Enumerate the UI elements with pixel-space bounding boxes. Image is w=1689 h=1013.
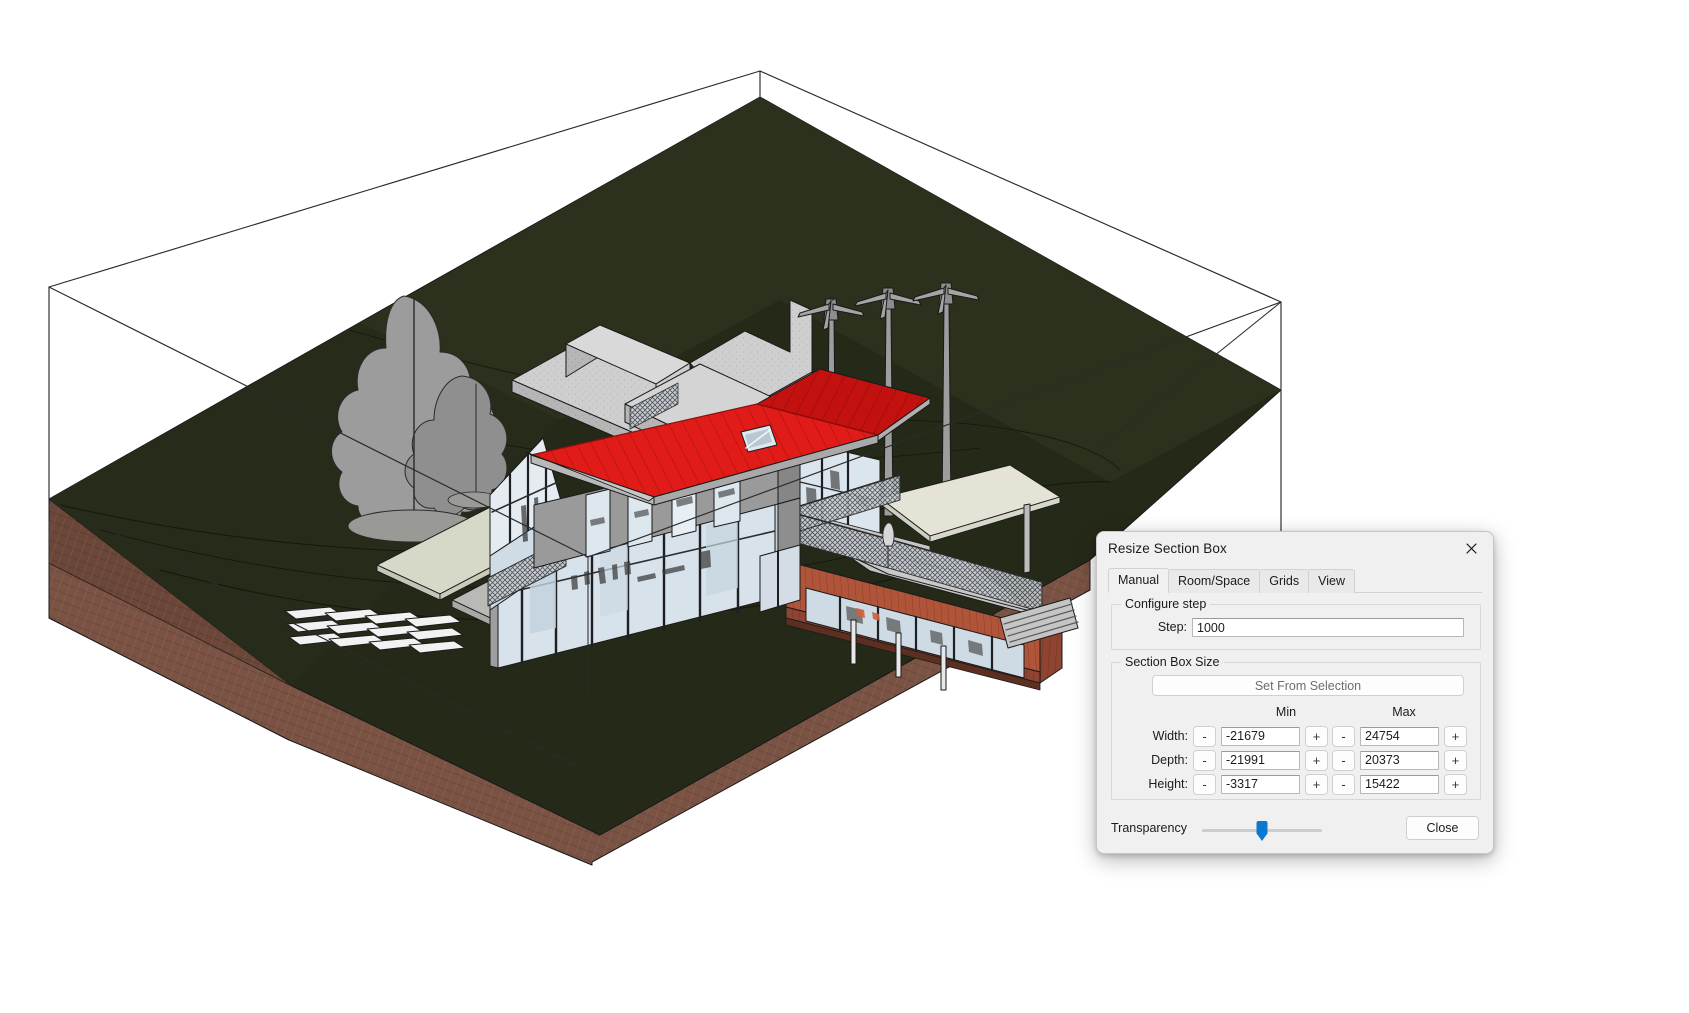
section-box-size-group: Section Box Size Set From Selection Min … xyxy=(1111,655,1481,800)
width-label: Width: xyxy=(1152,729,1188,743)
tab-view[interactable]: View xyxy=(1308,569,1356,593)
set-from-selection-button[interactable]: Set From Selection xyxy=(1152,675,1464,696)
height-max-input[interactable] xyxy=(1360,774,1439,794)
width-max-input[interactable] xyxy=(1360,726,1439,746)
close-icon[interactable] xyxy=(1449,532,1493,565)
depth-row: Depth: - + - + xyxy=(1112,749,1480,771)
depth-min-increment-button[interactable]: + xyxy=(1305,749,1328,771)
width-max-decrement-button[interactable]: - xyxy=(1332,725,1355,747)
tab-room-space[interactable]: Room/Space xyxy=(1168,569,1261,593)
width-max-increment-button[interactable]: + xyxy=(1444,725,1467,747)
configure-step-group: Configure step Step: xyxy=(1111,597,1481,650)
slider-thumb[interactable] xyxy=(1256,821,1268,841)
depth-max-increment-button[interactable]: + xyxy=(1444,749,1467,771)
dialog-title: Resize Section Box xyxy=(1108,541,1227,556)
height-max-decrement-button[interactable]: - xyxy=(1332,773,1355,795)
dialog-titlebar[interactable]: Resize Section Box xyxy=(1097,532,1493,566)
model-viewport[interactable] xyxy=(0,0,1689,1013)
height-min-increment-button[interactable]: + xyxy=(1305,773,1328,795)
depth-max-input[interactable] xyxy=(1360,750,1439,770)
3d-scene[interactable] xyxy=(0,0,1689,1013)
resize-section-box-dialog[interactable]: Resize Section Box Manual Room/Space Gri… xyxy=(1096,531,1494,854)
depth-min-input[interactable] xyxy=(1221,750,1300,770)
screen: Resize Section Box Manual Room/Space Gri… xyxy=(0,0,1689,1013)
height-min-decrement-button[interactable]: - xyxy=(1193,773,1216,795)
slider-fill xyxy=(1202,829,1262,832)
step-label: Step: xyxy=(1157,620,1187,634)
height-max-increment-button[interactable]: + xyxy=(1444,773,1467,795)
column-header-min: Min xyxy=(1275,705,1297,719)
width-min-decrement-button[interactable]: - xyxy=(1193,725,1216,747)
height-label: Height: xyxy=(1148,777,1188,791)
configure-step-legend: Configure step xyxy=(1121,597,1211,611)
width-row: Width: - + - + xyxy=(1112,725,1480,747)
dialog-tabs[interactable]: Manual Room/Space Grids View xyxy=(1108,568,1482,593)
section-box-size-legend: Section Box Size xyxy=(1121,655,1224,669)
depth-min-decrement-button[interactable]: - xyxy=(1193,749,1216,771)
depth-label: Depth: xyxy=(1151,753,1188,767)
tab-manual[interactable]: Manual xyxy=(1108,568,1169,593)
height-min-input[interactable] xyxy=(1221,774,1300,794)
transparency-slider[interactable] xyxy=(1202,821,1322,841)
step-input[interactable] xyxy=(1192,618,1464,637)
width-min-input[interactable] xyxy=(1221,726,1300,746)
width-min-increment-button[interactable]: + xyxy=(1305,725,1328,747)
transparency-label: Transparency xyxy=(1111,821,1187,835)
close-button[interactable]: Close xyxy=(1406,816,1479,840)
depth-max-decrement-button[interactable]: - xyxy=(1332,749,1355,771)
tab-grids[interactable]: Grids xyxy=(1259,569,1310,593)
height-row: Height: - + - + xyxy=(1112,773,1480,795)
dialog-footer: Transparency Close xyxy=(1097,805,1493,853)
column-header-max: Max xyxy=(1392,705,1416,719)
